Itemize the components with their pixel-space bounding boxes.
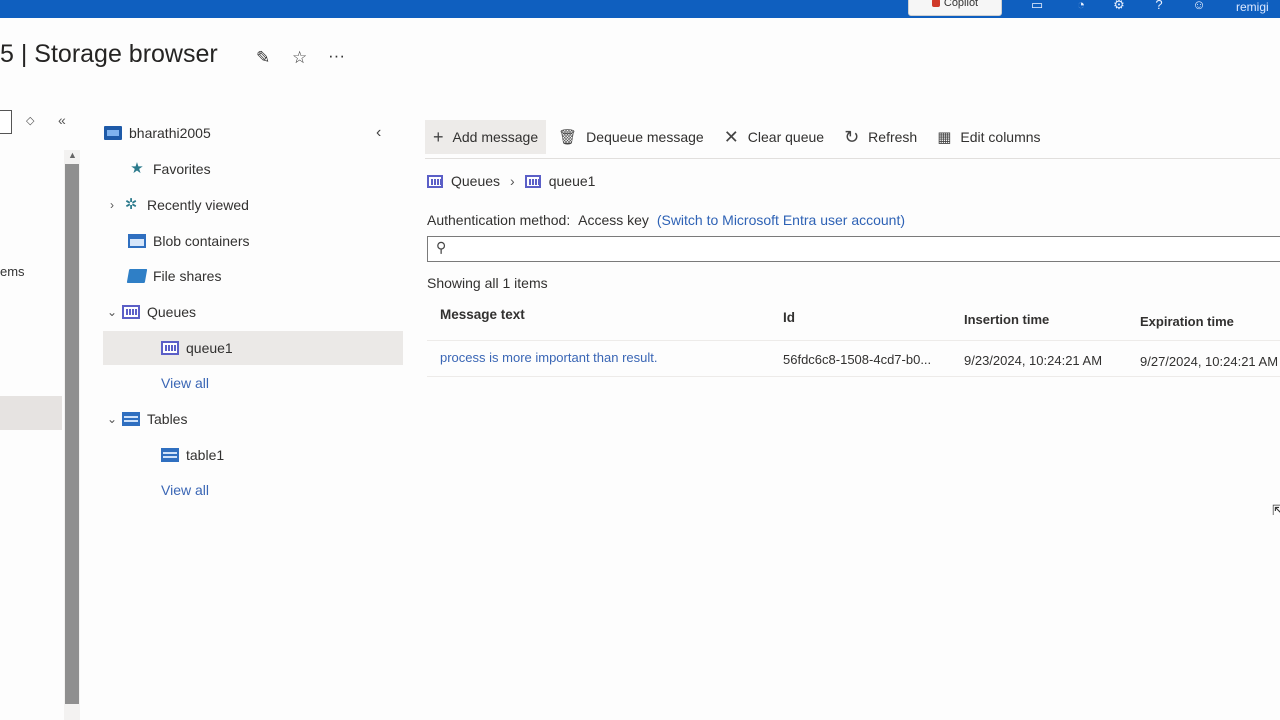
toolbar-divider — [425, 158, 1280, 159]
column-header-expiration-time[interactable]: Expiration time — [1140, 314, 1234, 329]
storage-account-icon — [104, 126, 122, 140]
tree-item-file-shares[interactable]: File shares — [126, 261, 222, 291]
message-text-cell[interactable]: process is more important than result. — [440, 350, 657, 365]
command-bar: + Add message 🗑︎ Dequeue message ✕ Clear… — [425, 118, 1053, 156]
notifications-icon[interactable]: ◔ — [1072, 0, 1090, 14]
pin-icon[interactable]: ✎ — [256, 48, 270, 68]
items-count: Showing all 1 items — [427, 275, 548, 291]
left-pane-selected-item[interactable] — [0, 396, 62, 430]
tree-item-label: Tables — [147, 411, 188, 427]
clear-queue-button[interactable]: ✕ Clear queue — [716, 120, 832, 154]
tree-item-queue1[interactable]: queue1 — [161, 333, 233, 363]
search-box[interactable]: ⚲ — [427, 236, 1280, 262]
grid-divider — [427, 340, 1280, 341]
tree-selected-highlight — [103, 331, 403, 365]
tree-item-label: Recently viewed — [147, 197, 249, 213]
expiration-time-cell: 9/27/2024, 10:24:21 AM — [1140, 354, 1279, 369]
feedback-icon[interactable]: ☺ — [1190, 0, 1208, 14]
queue-icon — [161, 341, 179, 355]
tree-item-blob-containers[interactable]: Blob containers — [128, 226, 250, 256]
tree-item-label: Queues — [147, 304, 197, 320]
collapse-tree-icon[interactable]: ‹ — [376, 124, 381, 142]
tree-item-label: bharathi2005 — [129, 125, 211, 141]
queue-icon — [427, 174, 443, 188]
recently-viewed-icon: ✲ — [124, 196, 138, 213]
tree-item-queues[interactable]: ⌄ Queues — [104, 297, 196, 327]
table-icon — [122, 412, 140, 426]
tree-item-label: Favorites — [153, 161, 211, 177]
chevron-down-icon[interactable]: ⌄ — [104, 412, 120, 426]
grid-row-divider — [427, 376, 1280, 377]
tables-view-all-link[interactable]: View all — [161, 475, 209, 505]
trash-icon: 🗑︎ — [558, 129, 578, 146]
clear-queue-label: Clear queue — [747, 129, 825, 145]
dequeue-message-label: Dequeue message — [586, 129, 704, 145]
copilot-button[interactable]: Copilot — [908, 0, 1002, 16]
tree-item-label: table1 — [186, 447, 225, 463]
auth-value: Access key — [578, 212, 649, 228]
column-header-insertion-time[interactable]: Insertion time — [964, 312, 1049, 327]
close-icon: ✕ — [723, 126, 739, 147]
scroll-up-icon[interactable]: ▲ — [68, 150, 77, 160]
scrollbar-thumb[interactable] — [65, 164, 79, 704]
table-icon — [161, 448, 179, 462]
top-bar: Copilot ▭ ◔ ⚙ ? ☺ remigi — [0, 0, 1280, 18]
left-pane-partial-text: ems — [0, 264, 25, 279]
column-header-message-text[interactable]: Message text — [440, 307, 525, 322]
search-icon: ⚲ — [436, 239, 447, 255]
tree-item-label: File shares — [153, 268, 222, 284]
tree-item-favorites[interactable]: ★ Favorites — [128, 154, 211, 184]
dequeue-message-button[interactable]: 🗑︎ Dequeue message — [550, 120, 712, 154]
switch-auth-link[interactable]: (Switch to Microsoft Entra user account) — [657, 212, 905, 228]
tree-item-label: Blob containers — [153, 233, 250, 249]
auth-label: Authentication method: — [427, 212, 571, 228]
edit-columns-label: Edit columns — [960, 129, 1041, 145]
tree-item-account[interactable]: bharathi2005 — [104, 118, 211, 148]
breadcrumb-current: queue1 — [548, 173, 596, 189]
add-message-label: Add message — [452, 129, 539, 145]
breadcrumb: Queues › queue1 — [427, 173, 595, 189]
edit-columns-button[interactable]: ▦ Edit columns — [929, 120, 1048, 154]
plus-icon: + — [433, 126, 444, 147]
copilot-icon — [931, 0, 940, 8]
id-cell: 56fdc6c8-1508-4cd7-b0... — [783, 352, 932, 367]
queue-icon — [524, 174, 541, 188]
queue-icon — [122, 305, 140, 319]
chevron-right-icon[interactable]: › — [104, 198, 120, 212]
mouse-cursor-icon: ⇱ — [1272, 502, 1280, 518]
sort-icon[interactable]: ◇ — [26, 114, 34, 127]
collapse-pane-icon[interactable]: « — [58, 112, 66, 128]
tree-item-tables[interactable]: ⌄ Tables — [104, 404, 188, 434]
search-input[interactable] — [458, 239, 1262, 261]
star-icon: ★ — [130, 160, 144, 177]
chevron-down-icon[interactable]: ⌄ — [104, 305, 120, 319]
column-header-id[interactable]: Id — [783, 310, 795, 325]
tree-scrollbar[interactable]: ▲ — [64, 150, 80, 720]
page-title: 5 | Storage browser — [0, 40, 218, 68]
left-pane-filter-box[interactable] — [0, 110, 12, 134]
queues-view-all-link[interactable]: View all — [161, 368, 209, 398]
tree-item-label: queue1 — [186, 340, 233, 356]
file-share-icon — [126, 269, 148, 283]
user-account[interactable]: remigi — [1236, 0, 1269, 14]
add-message-button[interactable]: + Add message — [425, 120, 547, 154]
breadcrumb-queues-link[interactable]: Queues — [451, 173, 500, 189]
refresh-button[interactable]: ↻ Refresh — [836, 120, 925, 154]
edit-columns-icon: ▦ — [937, 129, 952, 146]
authentication-method: Authentication method: Access key (Switc… — [427, 212, 905, 228]
copilot-label: Copilot — [943, 0, 979, 9]
tree-item-table1[interactable]: table1 — [161, 440, 224, 470]
tree-item-recently-viewed[interactable]: › ✲ Recently viewed — [104, 190, 249, 220]
refresh-label: Refresh — [868, 129, 918, 145]
insertion-time-cell: 9/23/2024, 10:24:21 AM — [964, 353, 1103, 368]
chevron-right-icon: › — [510, 173, 515, 189]
more-options-icon[interactable]: ··· — [328, 46, 345, 66]
cloud-shell-icon[interactable]: ▭ — [1028, 0, 1046, 14]
help-icon[interactable]: ? — [1150, 0, 1168, 14]
blob-container-icon — [128, 234, 146, 248]
settings-icon[interactable]: ⚙ — [1110, 0, 1128, 14]
favorite-star-icon[interactable]: ☆ — [292, 48, 307, 68]
refresh-icon: ↻ — [844, 126, 860, 147]
